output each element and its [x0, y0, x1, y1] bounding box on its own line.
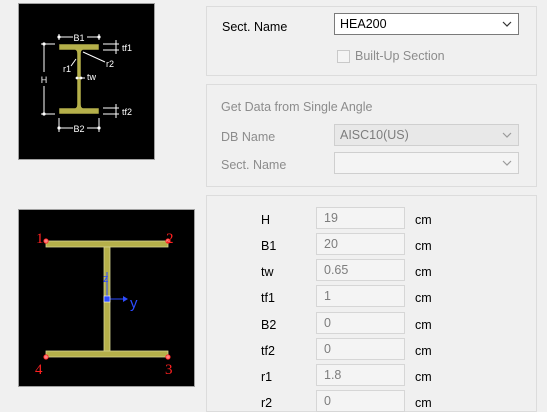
chevron-down-icon — [502, 21, 512, 27]
dim-tf1-label: tf1 — [122, 43, 132, 53]
prop-h-value: 19 — [324, 211, 338, 225]
prop-tf1-unit: cm — [415, 291, 432, 305]
single-angle-title: Get Data from Single Angle — [221, 100, 373, 114]
prop-r2-unit: cm — [415, 396, 432, 410]
point-4-marker — [43, 354, 49, 360]
axis-y-label: y — [130, 295, 138, 312]
prop-tf1-value: 1 — [324, 289, 331, 303]
dim-h-label: H — [41, 75, 48, 85]
db-name-label: DB Name — [221, 130, 276, 144]
dim-r2-label: r2 — [106, 59, 114, 69]
chevron-down-icon — [502, 160, 512, 166]
dim-b1-label: B1 — [73, 33, 84, 43]
i-beam-preview-drawing: 1 2 3 4 y z — [35, 231, 174, 378]
prop-r1-input[interactable]: 1.8 — [316, 364, 405, 386]
point-1-marker — [43, 238, 49, 244]
prop-b2-input[interactable]: 0 — [316, 312, 405, 334]
prop-r1-label: r1 — [261, 370, 273, 384]
prop-b2-label: B2 — [261, 318, 277, 332]
sect-name-label: Sect. Name — [222, 20, 288, 34]
point-2-label: 2 — [166, 231, 174, 247]
dim-tw-label: tw — [87, 72, 97, 82]
prop-b1-unit: cm — [415, 239, 432, 253]
built-up-section-label: Built-Up Section — [355, 49, 445, 63]
prop-h-unit: cm — [415, 213, 432, 227]
angle-sect-name-label: Sect. Name — [221, 158, 287, 172]
prop-tw-unit: cm — [415, 265, 432, 279]
sect-name-dropdown[interactable]: HEA200 — [334, 13, 519, 35]
bottom-flange — [45, 350, 169, 358]
db-name-value: AISC10(US) — [340, 128, 409, 142]
prop-tf1-input[interactable]: 1 — [316, 285, 405, 307]
point-3-label: 3 — [165, 362, 173, 378]
prop-tf2-label: tf2 — [261, 344, 275, 358]
prop-tw-label: tw — [261, 265, 274, 279]
built-up-section-checkbox[interactable] — [337, 50, 350, 63]
i-beam-dimension-drawing: B1 B2 H tf1 tf2 r1 r2 tw — [41, 33, 132, 134]
angle-sect-name-dropdown[interactable] — [334, 152, 519, 174]
prop-b1-input[interactable]: 20 — [316, 233, 405, 255]
prop-b2-value: 0 — [324, 316, 331, 330]
prop-h-input[interactable]: 19 — [316, 207, 405, 229]
dim-tf2-label: tf2 — [122, 107, 132, 117]
section-preview: 1 2 3 4 y z — [18, 209, 195, 387]
prop-b1-label: B1 — [261, 239, 277, 253]
point-4-label: 4 — [35, 362, 43, 378]
prop-r2-input[interactable]: 0 — [316, 390, 405, 412]
prop-r1-unit: cm — [415, 370, 432, 384]
prop-tw-value: 0.65 — [324, 263, 349, 277]
sect-name-value: HEA200 — [340, 17, 387, 31]
axis-y-arrow — [123, 296, 128, 302]
prop-h-label: H — [261, 213, 271, 227]
chevron-down-icon — [502, 132, 512, 138]
section-dimension-diagram: B1 B2 H tf1 tf2 r1 r2 tw — [18, 3, 155, 160]
db-name-dropdown[interactable]: AISC10(US) — [334, 124, 519, 146]
dim-r1-label: r1 — [63, 64, 71, 74]
prop-tw-input[interactable]: 0.65 — [316, 259, 405, 281]
prop-tf1-label: tf1 — [261, 291, 275, 305]
prop-r2-label: r2 — [261, 396, 273, 410]
prop-r1-value: 1.8 — [324, 368, 342, 382]
prop-b1-value: 20 — [324, 237, 338, 251]
prop-tf2-value: 0 — [324, 342, 331, 356]
top-flange — [45, 240, 169, 248]
point-1-label: 1 — [36, 231, 44, 247]
prop-tf2-unit: cm — [415, 344, 432, 358]
centroid-marker — [103, 295, 111, 303]
prop-b2-unit: cm — [415, 318, 432, 332]
dim-b2-label: B2 — [73, 124, 84, 134]
point-3-marker — [165, 354, 171, 360]
axis-z-label: z — [103, 273, 109, 285]
prop-tf2-input[interactable]: 0 — [316, 338, 405, 360]
